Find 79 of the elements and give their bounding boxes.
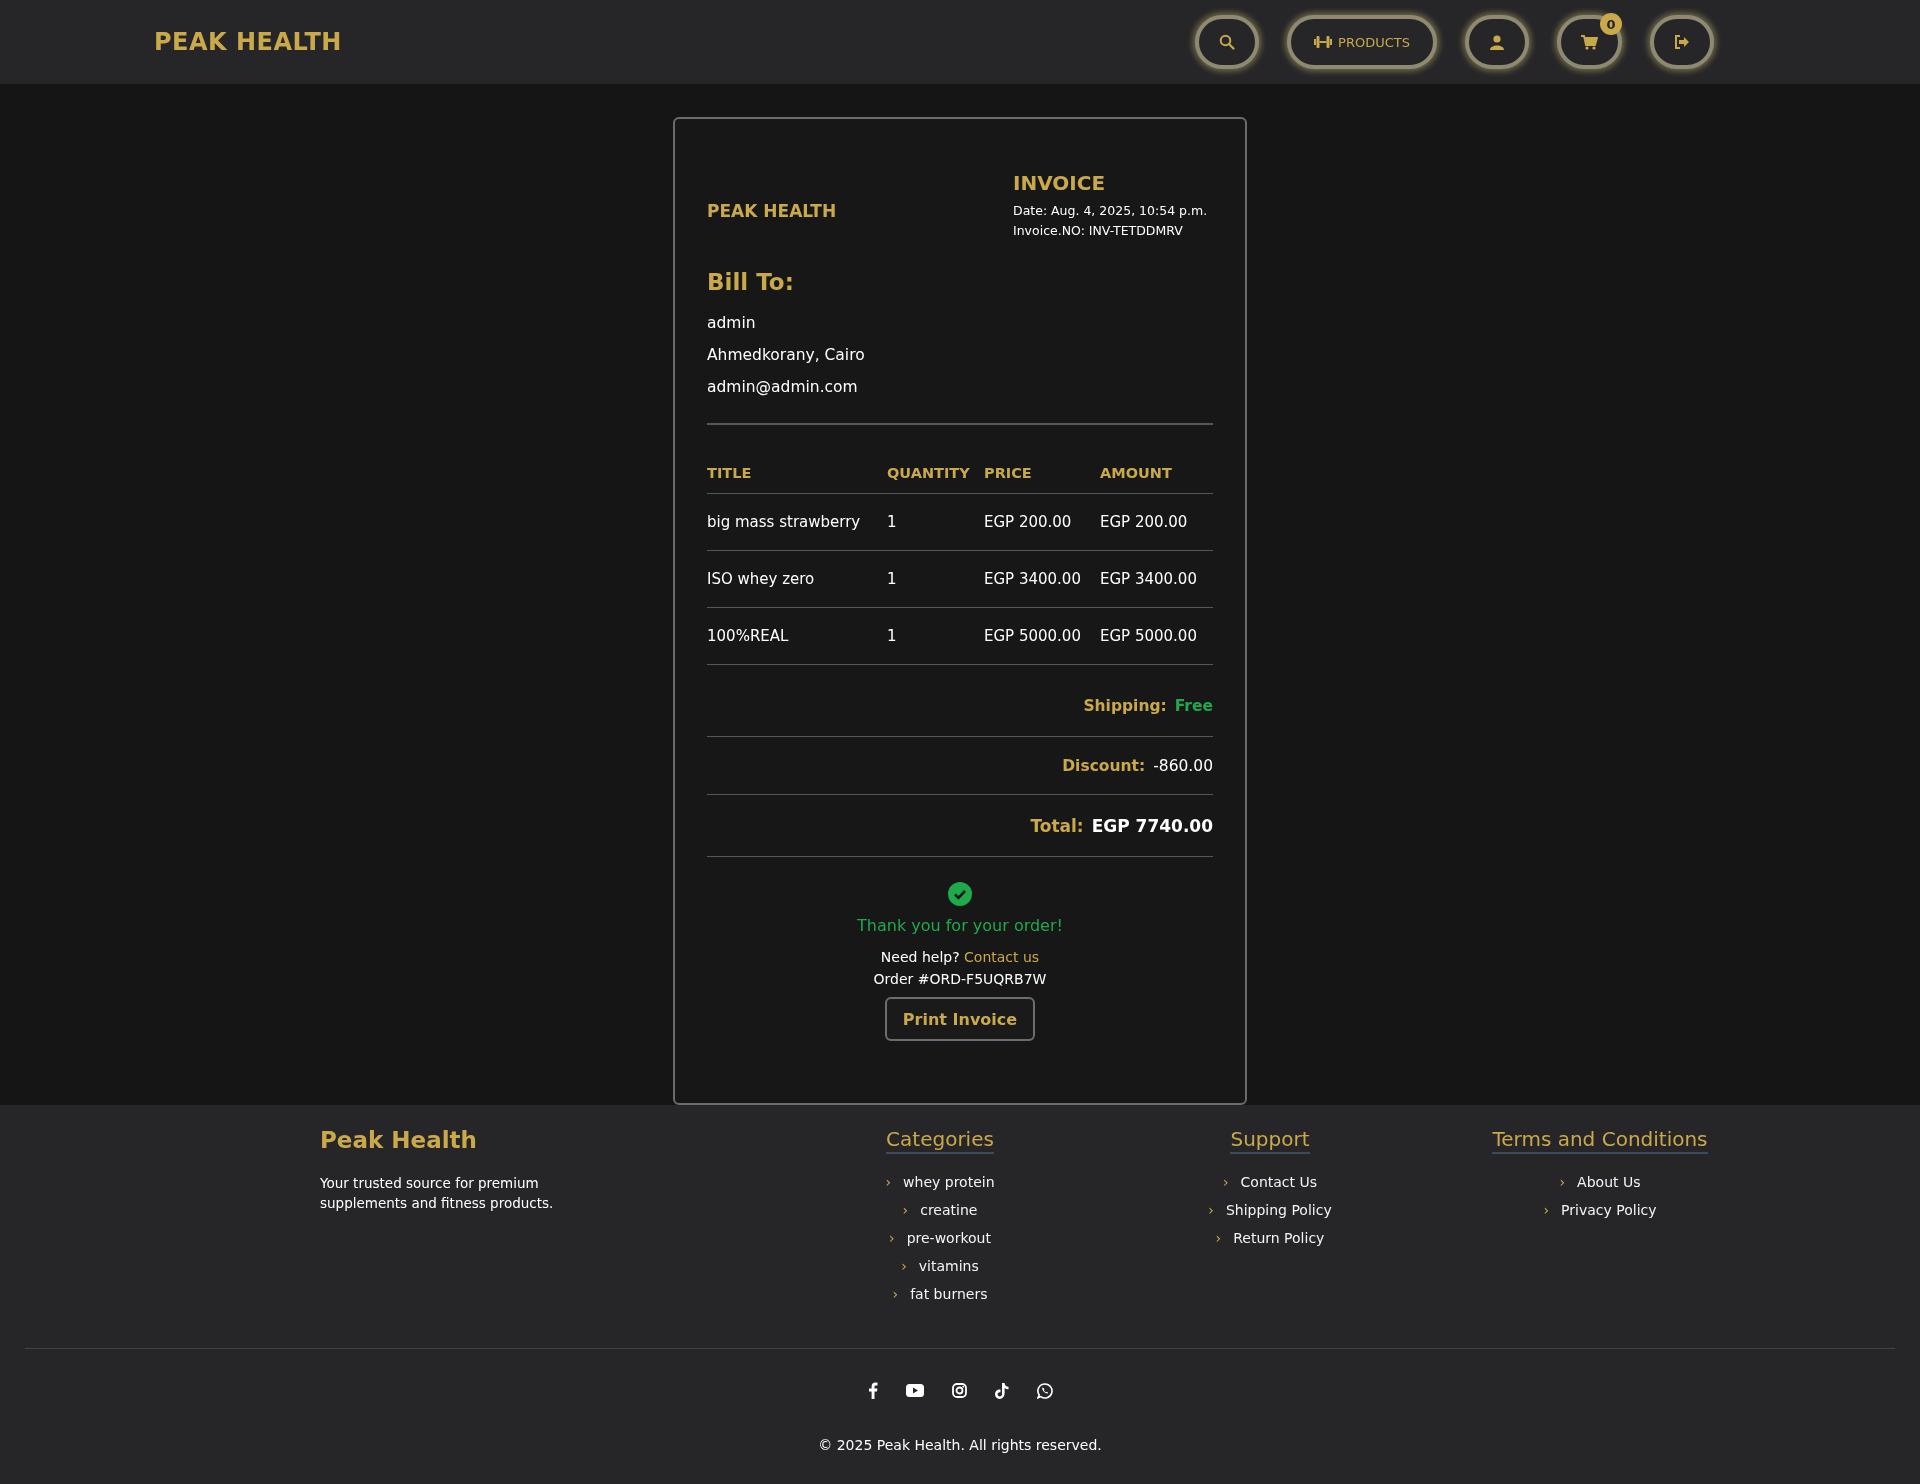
footer-heading: Categories xyxy=(886,1127,994,1154)
video-play-icon[interactable] xyxy=(905,1384,924,1397)
footer-link[interactable]: Privacy Policy xyxy=(1561,1196,1657,1224)
table-cell: EGP 5000.00 xyxy=(1100,627,1197,645)
table-cell: EGP 200.00 xyxy=(1100,513,1188,531)
search-icon xyxy=(1219,34,1235,50)
bill-to-line: Ahmedkorany, Cairo xyxy=(707,345,866,366)
summary-value: Free xyxy=(1174,696,1213,715)
table-cell: 100%REAL xyxy=(707,627,789,645)
invoice-number: Invoice.NO: INV-TETDDMRV xyxy=(1013,222,1184,240)
site-logo[interactable]: PEAK HEALTH xyxy=(154,28,342,56)
music-note-icon[interactable] xyxy=(994,1382,1009,1399)
bill-to-heading: Bill To: xyxy=(707,269,795,295)
logout-button[interactable] xyxy=(1650,15,1714,69)
chevron-marker: › xyxy=(1559,1173,1566,1192)
facebook-icon[interactable] xyxy=(867,1382,878,1399)
table-cell: 1 xyxy=(887,570,897,588)
table-cell: EGP 3400.00 xyxy=(984,570,1081,588)
chevron-marker: › xyxy=(902,1201,909,1220)
footer-link[interactable]: whey protein xyxy=(903,1168,995,1196)
table-cell: EGP 3400.00 xyxy=(1100,570,1197,588)
search-button[interactable] xyxy=(1195,15,1259,69)
check-circle-icon xyxy=(948,882,972,906)
footer-link[interactable]: Shipping Policy xyxy=(1225,1196,1332,1224)
summary-label: Discount: xyxy=(1062,756,1146,775)
table-cell: 1 xyxy=(887,513,897,531)
bill-to-line: admin@admin.com xyxy=(707,377,859,398)
order-number: Order #ORD-F5UQRB7W xyxy=(873,971,1047,987)
footer-link[interactable]: Contact Us xyxy=(1240,1168,1318,1196)
column-header: TITLE xyxy=(707,465,887,494)
copyright-text: © 2025 Peak Health. All rights reserved. xyxy=(818,1437,1102,1453)
products-button[interactable]: PRODUCTS xyxy=(1287,15,1437,69)
footer-link[interactable]: vitamins xyxy=(918,1252,979,1280)
dumbbell-icon xyxy=(1314,35,1333,49)
thank-you-message: Thank you for your order! xyxy=(857,916,1063,935)
chevron-marker: › xyxy=(1543,1201,1550,1220)
footer-link[interactable]: About Us xyxy=(1577,1168,1641,1196)
summary-label: Total: xyxy=(1030,815,1084,836)
footer-link[interactable]: fat burners xyxy=(910,1280,988,1308)
cart-count-badge: 0 xyxy=(1600,13,1622,35)
table-cell: big mass strawberry xyxy=(707,513,861,531)
summary-value: EGP 7740.00 xyxy=(1091,815,1213,836)
summary-value: -860.00 xyxy=(1153,756,1213,775)
chevron-marker: › xyxy=(892,1285,899,1304)
footer-link[interactable]: pre-workout xyxy=(906,1224,991,1252)
summary-label: Shipping: xyxy=(1083,696,1167,715)
phone-chat-icon[interactable] xyxy=(1036,1382,1053,1399)
footer-brand: Peak Health xyxy=(320,1127,478,1153)
chevron-marker: › xyxy=(901,1257,907,1276)
logout-icon xyxy=(1674,35,1690,49)
column-header: QUANTITY xyxy=(887,465,984,494)
chevron-marker: › xyxy=(1215,1229,1222,1248)
chevron-marker: › xyxy=(885,1173,892,1192)
footer-heading: Support xyxy=(1230,1127,1310,1154)
help-text: Need help? xyxy=(880,949,960,965)
column-header: PRICE xyxy=(984,465,1100,494)
chevron-marker: › xyxy=(1222,1173,1229,1192)
footer-link[interactable]: creatine xyxy=(920,1196,978,1224)
table-cell: EGP 5000.00 xyxy=(984,627,1081,645)
cart-button[interactable]: 0 xyxy=(1557,15,1622,69)
invoice-title: INVOICE xyxy=(1013,171,1107,195)
footer-link[interactable]: Return Policy xyxy=(1233,1224,1325,1252)
user-icon xyxy=(1490,34,1504,50)
footer-tagline: Your trusted source for premium supplements and fitness products. xyxy=(320,1174,555,1213)
table-cell: EGP 200.00 xyxy=(984,513,1072,531)
footer-heading: Terms and Conditions xyxy=(1492,1127,1708,1154)
invoice-date: Date: Aug. 4, 2025, 10:54 p.m. xyxy=(1013,202,1209,220)
table-cell: ISO whey zero xyxy=(707,570,815,588)
column-header: AMOUNT xyxy=(1100,465,1213,494)
print-invoice-button[interactable]: Print Invoice xyxy=(884,997,1036,1041)
bill-to-line: admin xyxy=(707,313,757,334)
chevron-marker: › xyxy=(1208,1201,1214,1220)
cart-icon xyxy=(1581,34,1598,50)
chevron-marker: › xyxy=(889,1229,895,1248)
user-button[interactable] xyxy=(1465,15,1529,69)
table-cell: 1 xyxy=(887,627,897,645)
camera-icon[interactable] xyxy=(951,1383,967,1398)
contact-link[interactable]: Contact us xyxy=(964,949,1040,965)
invoice-brand: PEAK HEALTH xyxy=(707,201,838,221)
